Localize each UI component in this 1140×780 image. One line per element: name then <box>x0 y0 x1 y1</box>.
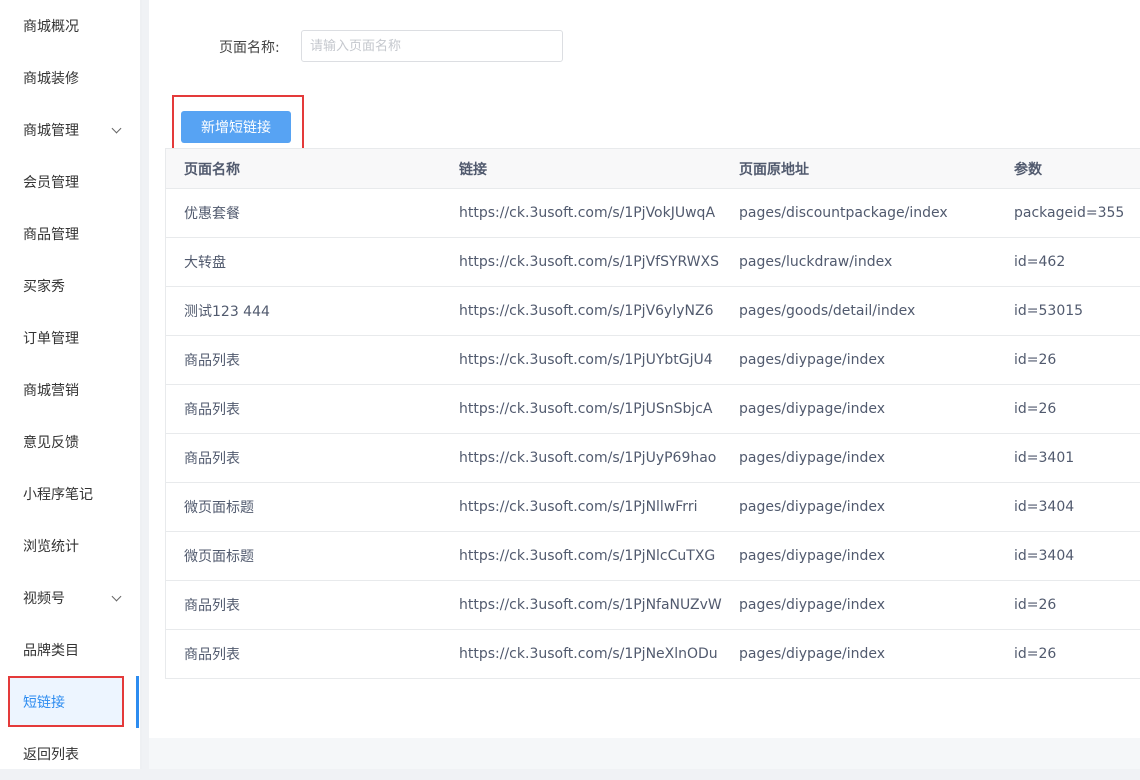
cell-link[interactable]: https://ck.3usoft.com/s/1PjUSnSbjcA <box>459 385 713 433</box>
cell-link[interactable]: https://ck.3usoft.com/s/1PjVfSYRWXS <box>459 238 719 286</box>
cell-params: packageid=355 <box>1014 205 1125 221</box>
sidebar-item-label: 会员管理 <box>23 175 79 191</box>
sidebar-item[interactable]: 短链接 <box>0 676 138 728</box>
table-row: 优惠套餐 https://ck.3usoft.com/s/1PjVokJUwqA p… <box>166 189 1140 238</box>
sidebar-item[interactable]: 视频号 <box>0 572 138 624</box>
table-row: 商品列表 https://ck.3usoft.com/s/1PjNfaNUZvW p… <box>166 581 1140 630</box>
table-row: 商品列表 https://ck.3usoft.com/s/1PjUSnSbjcA p… <box>166 385 1140 434</box>
cell-original-path: pages/diypage/index <box>739 352 886 368</box>
main-content: 页面名称: 新增短链接 页面名称 链接 页面原地址 参数 优惠套餐 https:/… <box>149 0 1140 738</box>
cell-link[interactable]: https://ck.3usoft.com/s/1PjUYbtGjU4 <box>459 336 713 384</box>
cell-link[interactable]: https://ck.3usoft.com/s/1PjNfaNUZvW <box>459 581 722 629</box>
sidebar-item-label: 意见反馈 <box>23 435 79 451</box>
sidebar-item-label: 商城概况 <box>23 19 79 35</box>
cell-link[interactable]: https://ck.3usoft.com/s/1PjV6ylyNZ6 <box>459 287 713 335</box>
table-row: 微页面标题 https://ck.3usoft.com/s/1PjNllwFrri… <box>166 483 1140 532</box>
table-row: 微页面标题 https://ck.3usoft.com/s/1PjNlcCuTXG… <box>166 532 1140 581</box>
sidebar-item[interactable]: 会员管理 <box>0 156 138 208</box>
column-header-page-name: 页面名称 <box>184 161 240 178</box>
sidebar-item[interactable]: 买家秀 <box>0 260 138 312</box>
page-name-input[interactable] <box>301 30 563 62</box>
sidebar-item-label: 订单管理 <box>23 331 79 347</box>
short-link-table: 页面名称 链接 页面原地址 参数 优惠套餐 https://ck.3usoft.c… <box>165 148 1140 679</box>
sidebar-item-label: 视频号 <box>23 591 65 607</box>
sidebar-item-label: 买家秀 <box>23 279 65 295</box>
cell-page-name: 商品列表 <box>184 402 240 418</box>
sidebar-item-label: 浏览统计 <box>23 539 79 555</box>
chevron-down-icon <box>111 123 122 134</box>
cell-page-name: 商品列表 <box>184 647 240 663</box>
column-header-params: 参数 <box>1014 161 1042 178</box>
footer-area <box>149 738 1140 769</box>
cell-page-name: 微页面标题 <box>184 549 254 565</box>
table-row: 大转盘 https://ck.3usoft.com/s/1PjVfSYRWXS pa… <box>166 238 1140 287</box>
cell-params: id=3404 <box>1014 499 1075 515</box>
cell-page-name: 商品列表 <box>184 451 240 467</box>
cell-original-path: pages/diypage/index <box>739 646 886 662</box>
sidebar-item-label: 小程序笔记 <box>23 487 93 503</box>
table-row: 测试123 444 https://ck.3usoft.com/s/1PjV6yl… <box>166 287 1140 336</box>
cell-link[interactable]: https://ck.3usoft.com/s/1PjNllwFrri <box>459 483 697 531</box>
cell-page-name: 大转盘 <box>184 255 226 271</box>
sidebar-item[interactable]: 品牌类目 <box>0 624 138 676</box>
sidebar-item[interactable]: 商城营销 <box>0 364 138 416</box>
cell-original-path: pages/diypage/index <box>739 597 886 613</box>
column-header-link: 链接 <box>459 161 487 178</box>
cell-params: id=26 <box>1014 597 1057 613</box>
cell-original-path: pages/luckdraw/index <box>739 254 893 270</box>
cell-params: id=26 <box>1014 401 1057 417</box>
cell-params: id=26 <box>1014 646 1057 662</box>
sidebar-item-label: 短链接 <box>23 695 65 711</box>
cell-page-name: 商品列表 <box>184 598 240 614</box>
cell-params: id=3404 <box>1014 548 1075 564</box>
page-name-label: 页面名称: <box>219 40 280 56</box>
cell-original-path: pages/diypage/index <box>739 401 886 417</box>
sidebar: 商城概况商城装修商城管理会员管理商品管理买家秀订单管理商城营销意见反馈小程序笔记… <box>0 0 142 769</box>
cell-page-name: 优惠套餐 <box>184 206 240 222</box>
cell-link[interactable]: https://ck.3usoft.com/s/1PjNeXlnODu <box>459 630 718 678</box>
sidebar-item[interactable]: 返回列表 <box>0 728 138 780</box>
sidebar-item[interactable]: 商城管理 <box>0 104 138 156</box>
cell-params: id=26 <box>1014 352 1057 368</box>
sidebar-item-label: 返回列表 <box>23 747 79 763</box>
table-row: 商品列表 https://ck.3usoft.com/s/1PjUYbtGjU4 p… <box>166 336 1140 385</box>
cell-link[interactable]: https://ck.3usoft.com/s/1PjVokJUwqA <box>459 189 715 237</box>
cell-link[interactable]: https://ck.3usoft.com/s/1PjNlcCuTXG <box>459 532 715 580</box>
sidebar-item[interactable]: 商城装修 <box>0 52 138 104</box>
table-row: 商品列表 https://ck.3usoft.com/s/1PjNeXlnODu p… <box>166 630 1140 678</box>
cell-original-path: pages/diypage/index <box>739 548 886 564</box>
sidebar-item[interactable]: 商城概况 <box>0 0 138 52</box>
cell-params: id=53015 <box>1014 303 1084 319</box>
cell-link[interactable]: https://ck.3usoft.com/s/1PjUyP69hao <box>459 434 716 482</box>
sidebar-item[interactable]: 浏览统计 <box>0 520 138 572</box>
table-body: 优惠套餐 https://ck.3usoft.com/s/1PjVokJUwqA p… <box>166 189 1140 678</box>
chevron-down-icon <box>111 591 122 602</box>
sidebar-item[interactable]: 订单管理 <box>0 312 138 364</box>
cell-params: id=462 <box>1014 254 1066 270</box>
sidebar-item-label: 商城营销 <box>23 383 79 399</box>
cell-original-path: pages/goods/detail/index <box>739 303 916 319</box>
cell-params: id=3401 <box>1014 450 1075 466</box>
sidebar-item[interactable]: 小程序笔记 <box>0 468 138 520</box>
column-header-original-path: 页面原地址 <box>739 161 809 178</box>
sidebar-item-label: 品牌类目 <box>23 643 79 659</box>
active-indicator <box>136 676 139 728</box>
add-short-link-button[interactable]: 新增短链接 <box>181 111 291 143</box>
sidebar-item-label: 商城装修 <box>23 71 79 87</box>
cell-page-name: 商品列表 <box>184 353 240 369</box>
table-header: 页面名称 链接 页面原地址 参数 <box>166 149 1140 189</box>
sidebar-item-label: 商城管理 <box>23 123 79 139</box>
cell-page-name: 微页面标题 <box>184 500 254 516</box>
table-row: 商品列表 https://ck.3usoft.com/s/1PjUyP69hao p… <box>166 434 1140 483</box>
cell-original-path: pages/diypage/index <box>739 450 886 466</box>
sidebar-item-label: 商品管理 <box>23 227 79 243</box>
cell-original-path: pages/diypage/index <box>739 499 886 515</box>
sidebar-item[interactable]: 意见反馈 <box>0 416 138 468</box>
cell-original-path: pages/discountpackage/index <box>739 205 948 221</box>
cell-page-name: 测试123 444 <box>184 304 270 320</box>
sidebar-item[interactable]: 商品管理 <box>0 208 138 260</box>
